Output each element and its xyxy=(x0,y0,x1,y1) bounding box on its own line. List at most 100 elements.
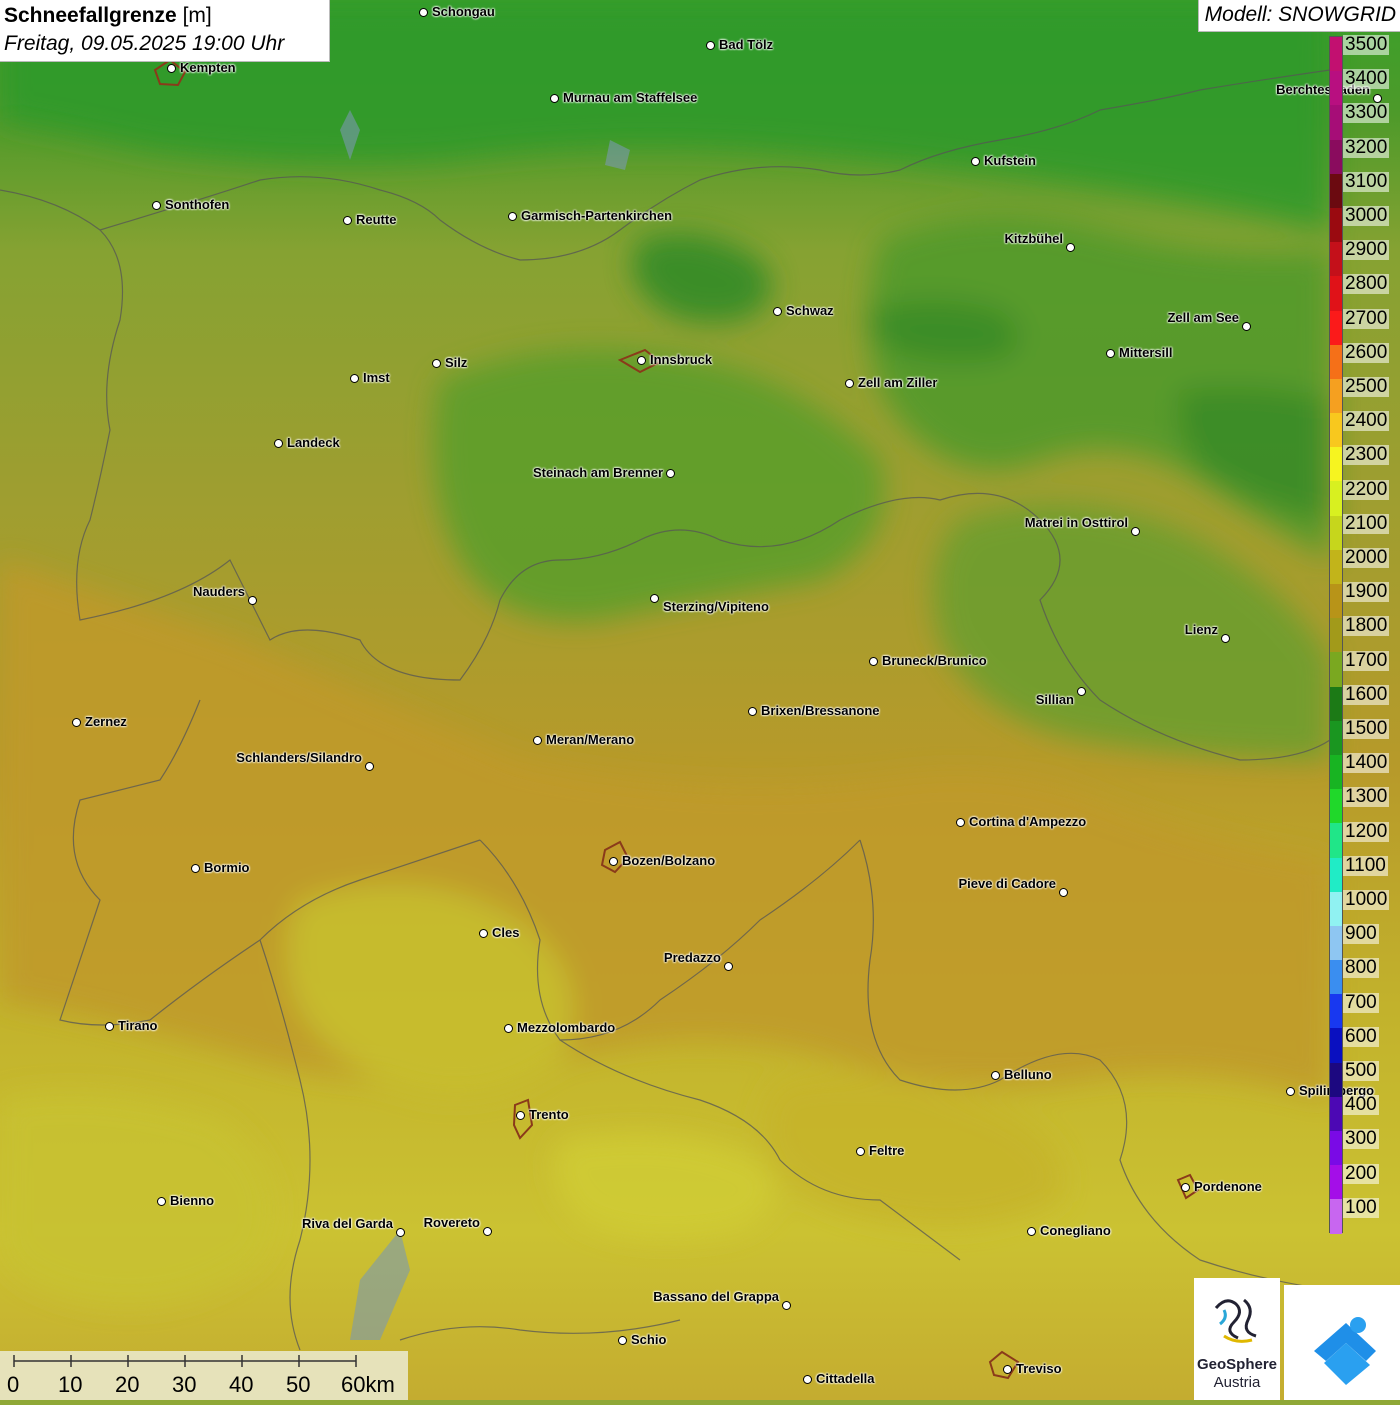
city-label: Mezzolombardo xyxy=(517,1020,616,1035)
city-marker xyxy=(365,762,374,771)
city-label: Cortina d'Ampezzo xyxy=(969,814,1087,829)
city-label: Tirano xyxy=(118,1018,158,1033)
legend-swatch xyxy=(1330,378,1342,414)
legend-swatch xyxy=(1330,720,1342,755)
city-label: Schio xyxy=(631,1332,667,1347)
legend-label: 3100 xyxy=(1343,170,1390,192)
model-label: Modell: SNOWGRID xyxy=(1197,0,1400,32)
city-marker xyxy=(516,1111,525,1120)
city-label: Bozen/Bolzano xyxy=(622,853,716,868)
map-unit: [m] xyxy=(182,4,212,27)
city-marker xyxy=(483,1227,492,1236)
city-marker xyxy=(1027,1227,1036,1236)
city-marker xyxy=(248,596,257,605)
city-marker xyxy=(191,864,200,873)
legend-swatch xyxy=(1330,960,1342,995)
legend-label: 1200 xyxy=(1343,820,1390,842)
scale-label: 60km xyxy=(341,1372,395,1397)
city-label: Matrei in Osttirol xyxy=(1024,515,1128,530)
scale-label: 10 xyxy=(58,1372,83,1397)
city-label: Bassano del Grappa xyxy=(653,1289,779,1304)
city-marker xyxy=(105,1022,114,1031)
legend-swatch xyxy=(1330,1131,1342,1166)
legend-swatch xyxy=(1330,584,1342,619)
city-label: Zell am See xyxy=(1167,310,1239,325)
legend-swatch xyxy=(1330,925,1342,961)
city-label: Sillian xyxy=(1035,692,1074,707)
city-marker xyxy=(1003,1365,1012,1374)
legend-swatch xyxy=(1330,1096,1342,1131)
title-box: Schneefallgrenze [m] Freitag, 09.05.2025… xyxy=(0,0,330,62)
scale-label: 20 xyxy=(115,1372,140,1397)
legend-label: 300 xyxy=(1343,1128,1379,1150)
legend-label: 3500 xyxy=(1343,34,1390,55)
city-label: Schongau xyxy=(432,4,495,19)
legend-swatch xyxy=(1330,481,1342,516)
city-marker xyxy=(971,157,980,166)
cloud-arrow-icon xyxy=(1314,1317,1376,1385)
city-marker xyxy=(956,818,965,827)
legend-label: 1500 xyxy=(1343,718,1390,739)
legend-label: 2900 xyxy=(1343,239,1390,261)
city-marker xyxy=(803,1375,812,1384)
legend-label: 1800 xyxy=(1343,615,1390,637)
city-marker xyxy=(343,216,352,225)
city-label: Schwaz xyxy=(786,303,834,318)
city-label: Bienno xyxy=(170,1193,215,1208)
city-marker xyxy=(618,1336,627,1345)
city-label: Garmisch-Partenkirchen xyxy=(521,208,673,223)
city-marker xyxy=(152,201,161,210)
legend-label: 2100 xyxy=(1343,512,1390,534)
legend-label: 2800 xyxy=(1343,273,1390,295)
city-label: Steinach am Brenner xyxy=(532,465,663,480)
color-legend xyxy=(1329,36,1343,1234)
city-label: Kempten xyxy=(180,60,236,75)
city-marker xyxy=(1066,243,1075,252)
legend-swatch xyxy=(1330,242,1342,277)
legend-swatch xyxy=(1330,1028,1342,1063)
city-marker xyxy=(350,374,359,383)
legend-label: 1700 xyxy=(1343,649,1390,671)
city-label: Zell am Ziller xyxy=(858,375,938,390)
legend-label: 1100 xyxy=(1343,854,1388,876)
city-marker xyxy=(1181,1183,1190,1192)
city-marker xyxy=(845,379,854,388)
city-marker xyxy=(72,718,81,727)
logo-name: GeoSphere xyxy=(1196,1356,1278,1373)
city-marker xyxy=(773,307,782,316)
app-logo[interactable] xyxy=(1284,1285,1400,1400)
city-label: Brixen/Bressanone xyxy=(761,703,880,718)
legend-swatch xyxy=(1330,105,1342,140)
city-marker xyxy=(396,1228,405,1237)
legend-swatch xyxy=(1330,413,1342,448)
legend-swatch xyxy=(1330,71,1342,106)
legend-label: 2000 xyxy=(1343,547,1390,568)
city-label: Kufstein xyxy=(984,153,1036,168)
city-label: Riva del Garda xyxy=(301,1216,393,1231)
city-marker xyxy=(157,1197,166,1206)
city-marker xyxy=(479,929,488,938)
city-label: Conegliano xyxy=(1040,1223,1111,1238)
city-marker xyxy=(167,64,176,73)
legend-swatch xyxy=(1330,515,1342,550)
city-label: Belluno xyxy=(1004,1067,1052,1082)
legend-label: 2500 xyxy=(1343,376,1390,397)
legend-label: 500 xyxy=(1343,1060,1379,1081)
legend-swatch xyxy=(1330,686,1342,721)
city-marker xyxy=(533,736,542,745)
geosphere-logo[interactable]: GeoSphere Austria xyxy=(1194,1278,1280,1400)
city-label: Cittadella xyxy=(816,1371,875,1386)
city-marker xyxy=(1077,687,1086,696)
legend-label: 2400 xyxy=(1343,410,1390,432)
city-marker xyxy=(724,962,733,971)
city-marker xyxy=(991,1071,1000,1080)
legend-label: 1400 xyxy=(1343,752,1390,774)
city-marker xyxy=(504,1024,513,1033)
legend-swatch xyxy=(1330,1062,1342,1097)
legend-swatch xyxy=(1330,207,1342,243)
legend-label: 600 xyxy=(1343,1025,1379,1047)
city-label: Bruneck/Brunico xyxy=(882,653,987,668)
legend-label: 900 xyxy=(1343,923,1379,945)
city-label: Lienz xyxy=(1184,622,1218,637)
legend-label: 3400 xyxy=(1343,68,1390,90)
